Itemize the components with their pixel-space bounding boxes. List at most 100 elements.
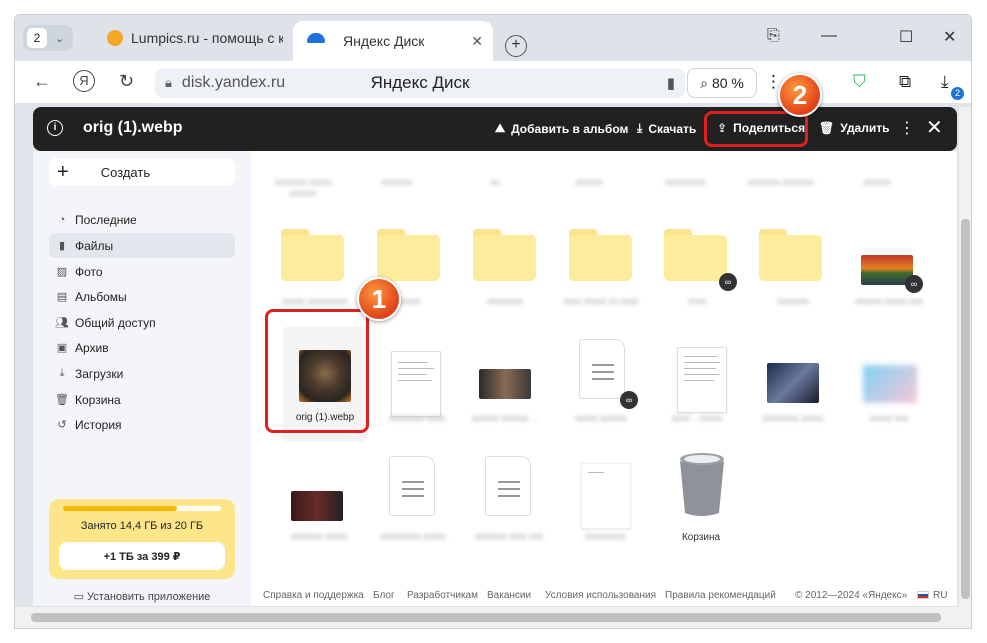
info-icon[interactable]: i [47,120,63,136]
browser-window: 2 ⌄ Lumpics.ru - помощь с ко Яндекс Диск… [14,14,972,629]
shield-check-icon[interactable]: ⛉ [853,72,866,92]
footer-language[interactable]: RU [933,590,947,601]
sidebar-item-recent[interactable]: ◔ Последние [49,207,235,232]
download-icon: ⤓ [59,367,65,379]
sidebar-item-files[interactable]: ▮ Файлы [49,233,235,258]
sidebar-item-trash[interactable]: 🗑︎ Корзина [49,387,235,412]
blurred-image-thumbnail[interactable] [863,365,917,403]
blurred-file-label: xxxx xxxxx xx xxxx [563,296,639,306]
blurred-file-label: xxxxxx xxxxx xxx [854,296,923,306]
plus-icon: + [57,160,69,183]
create-label: Создать [100,164,151,180]
link-icon: ∞ [719,273,737,291]
zoom-value: 80 % [711,75,744,91]
video-thumbnail[interactable] [479,369,531,399]
extension-icon[interactable]: ⧉ [899,72,911,92]
back-arrow-icon[interactable]: ← [33,71,51,92]
video-thumbnail[interactable] [767,363,819,403]
storage-bar [63,506,221,511]
downloads-icon[interactable]: ⤓ [941,72,949,92]
blurred-file-label: xxxxxxx xxxxxxx [748,177,814,187]
footer-help-link[interactable]: Справка и поддержка [263,590,364,601]
zoom-control[interactable]: ⌕ 80 % [687,68,757,98]
disk-page: + Создать ◔ Последние ▮ Файлы ▨ Фото ▤ А… [33,151,957,606]
tab-title: Яндекс Диск [343,33,425,49]
sidebar-item-photo[interactable]: ▨ Фото [49,259,235,284]
horizontal-scrollbar[interactable] [15,607,971,628]
shared-icon: 👥︎ [55,317,69,329]
tab-yandex-disk[interactable]: Яндекс Диск ✕ [293,21,493,61]
sidebar-item-shared[interactable]: 👥︎ Общий доступ [49,310,235,335]
blurred-file-label: xxxxxxx xxxxx xxxxxx [274,177,332,198]
tab-counter-button[interactable]: 2 ⌄ [23,25,73,51]
footer-blog-link[interactable]: Блог [373,590,395,601]
create-button[interactable]: + Создать [49,158,235,186]
folder-item[interactable] [281,229,344,281]
delete-label: Удалить [840,121,890,135]
download-label: Скачать [648,121,697,136]
bookmarks-panel-icon[interactable]: ⎘ [767,27,780,45]
folder-item[interactable] [569,229,632,281]
footer-jobs-link[interactable]: Вакансии [487,590,531,601]
vertical-scrollbar[interactable] [959,107,971,607]
address-bar-row: ← Я ↻ 🔒︎ disk.yandex.ru Яндекс Диск ▮ ⌕ … [15,61,971,103]
video-thumbnail[interactable] [291,491,343,521]
album-icon: ▤ [56,291,68,303]
storage-used-text: Занято 14,4 ГБ из 20 ГБ [80,520,204,532]
close-window-icon[interactable]: ✕ [943,27,956,47]
add-to-album-button[interactable]: ⛰ Добавить в альбом [495,121,628,136]
download-icon: ⤓ [637,121,643,135]
sidebar-item-label: Общий доступ [75,315,156,330]
folder-item[interactable] [759,229,822,281]
sidebar-item-archive[interactable]: ▣ Архив [49,335,235,360]
close-viewer-icon[interactable]: ✕ [926,115,943,140]
blank-document-thumbnail[interactable] [581,463,631,529]
new-tab-button[interactable]: + [505,35,527,57]
install-app-link[interactable]: ▭ Установить приложение [33,590,251,603]
footer-copyright: © 2012—2024 «Яндекс» [795,590,908,601]
delete-button[interactable]: 🗑︎ Удалить [819,121,890,135]
buy-storage-button[interactable]: +1 ТБ за 399 ₽ [59,542,225,570]
blurred-file-label: xxxxxxxx xxxx [388,413,446,423]
close-tab-icon[interactable]: ✕ [471,33,483,50]
minimize-icon[interactable]: — [821,27,837,45]
downloads-count-badge: 2 [951,87,964,100]
blurred-file-label: xxxxxxx xxxx xxx [474,531,543,541]
link-icon: ∞ [620,391,638,409]
history-icon: ↺ [57,419,67,431]
yandex-disk-favicon-icon [307,33,325,43]
footer-terms-link[interactable]: Условия использования [545,590,656,601]
yandex-logo-icon[interactable]: Я [73,70,95,92]
footer-developers-link[interactable]: Разработчикам [407,590,478,601]
sidebar-item-history[interactable]: ↺ История [49,412,235,437]
bookmark-icon[interactable]: ▮ [667,74,675,92]
blurred-file-label: xxxxxxx [381,177,413,187]
storage-widget: Занято 14,4 ГБ из 20 ГБ +1 ТБ за 399 ₽ [49,499,235,579]
sidebar-item-downloads[interactable]: ⤓ Загрузки [49,361,235,386]
sidebar-item-albums[interactable]: ▤ Альбомы [49,284,235,309]
tab-count: 2 [27,28,47,48]
text-document-icon[interactable] [579,339,625,399]
blurred-file-label: xxxxxxxxx [584,531,626,541]
tab-lumpics[interactable]: Lumpics.ru - помощь с ко [97,21,293,55]
sidebar-item-label: Последние [75,212,137,227]
more-dots-icon[interactable]: ⋮ [899,118,915,138]
folder-item[interactable] [473,229,536,281]
text-document-icon[interactable] [485,456,531,516]
install-app-label: Установить приложение [87,591,211,603]
maximize-icon[interactable]: ☐ [899,27,913,47]
folder-item[interactable] [664,229,727,281]
laptop-icon: ▭ [73,591,84,603]
folder-item[interactable] [377,229,440,281]
clock-icon: ◔ [58,213,66,226]
trash-bin-icon[interactable] [677,451,727,516]
text-document-icon[interactable] [389,456,435,516]
file-icon: ▮ [58,240,66,252]
footer-rules-link[interactable]: Правила рекомендаций [665,590,776,601]
address-bar[interactable]: 🔒︎ disk.yandex.ru Яндекс Диск ▮ [155,68,685,98]
document-thumbnail[interactable] [391,351,441,417]
reload-icon[interactable]: ↻ [119,71,134,92]
document-thumbnail[interactable] [677,347,727,413]
download-button[interactable]: ⤓ Скачать [637,121,696,136]
highlight-share-button [704,111,808,147]
